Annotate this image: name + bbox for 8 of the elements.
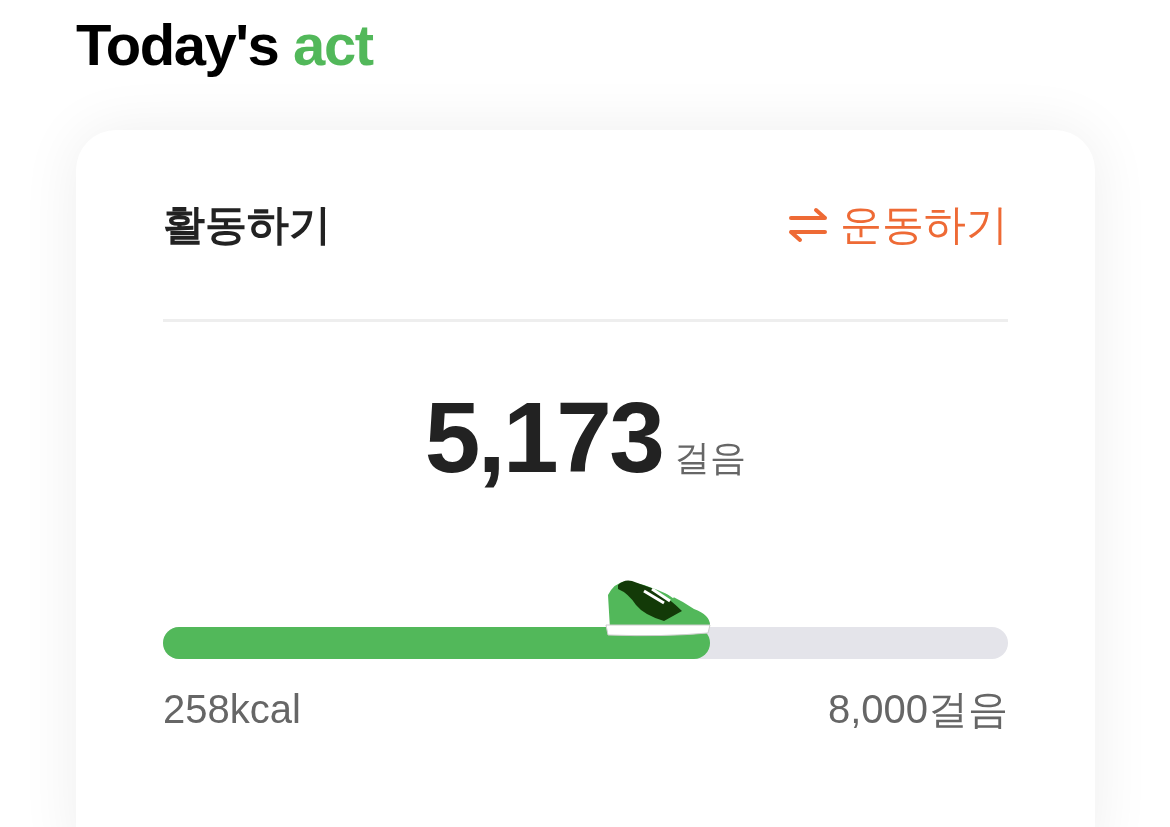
page-heading: Today's act <box>76 12 373 78</box>
swap-arrows-icon <box>788 206 828 243</box>
step-unit: 걸음 <box>674 436 747 480</box>
calories-label: 258kcal <box>163 686 301 733</box>
card-title: 활동하기 <box>163 200 331 250</box>
switch-link[interactable]: 운동하기 <box>788 193 1008 256</box>
goal-label: 8,000걸음 <box>827 686 1008 733</box>
step-count: 5,173 <box>424 387 663 487</box>
